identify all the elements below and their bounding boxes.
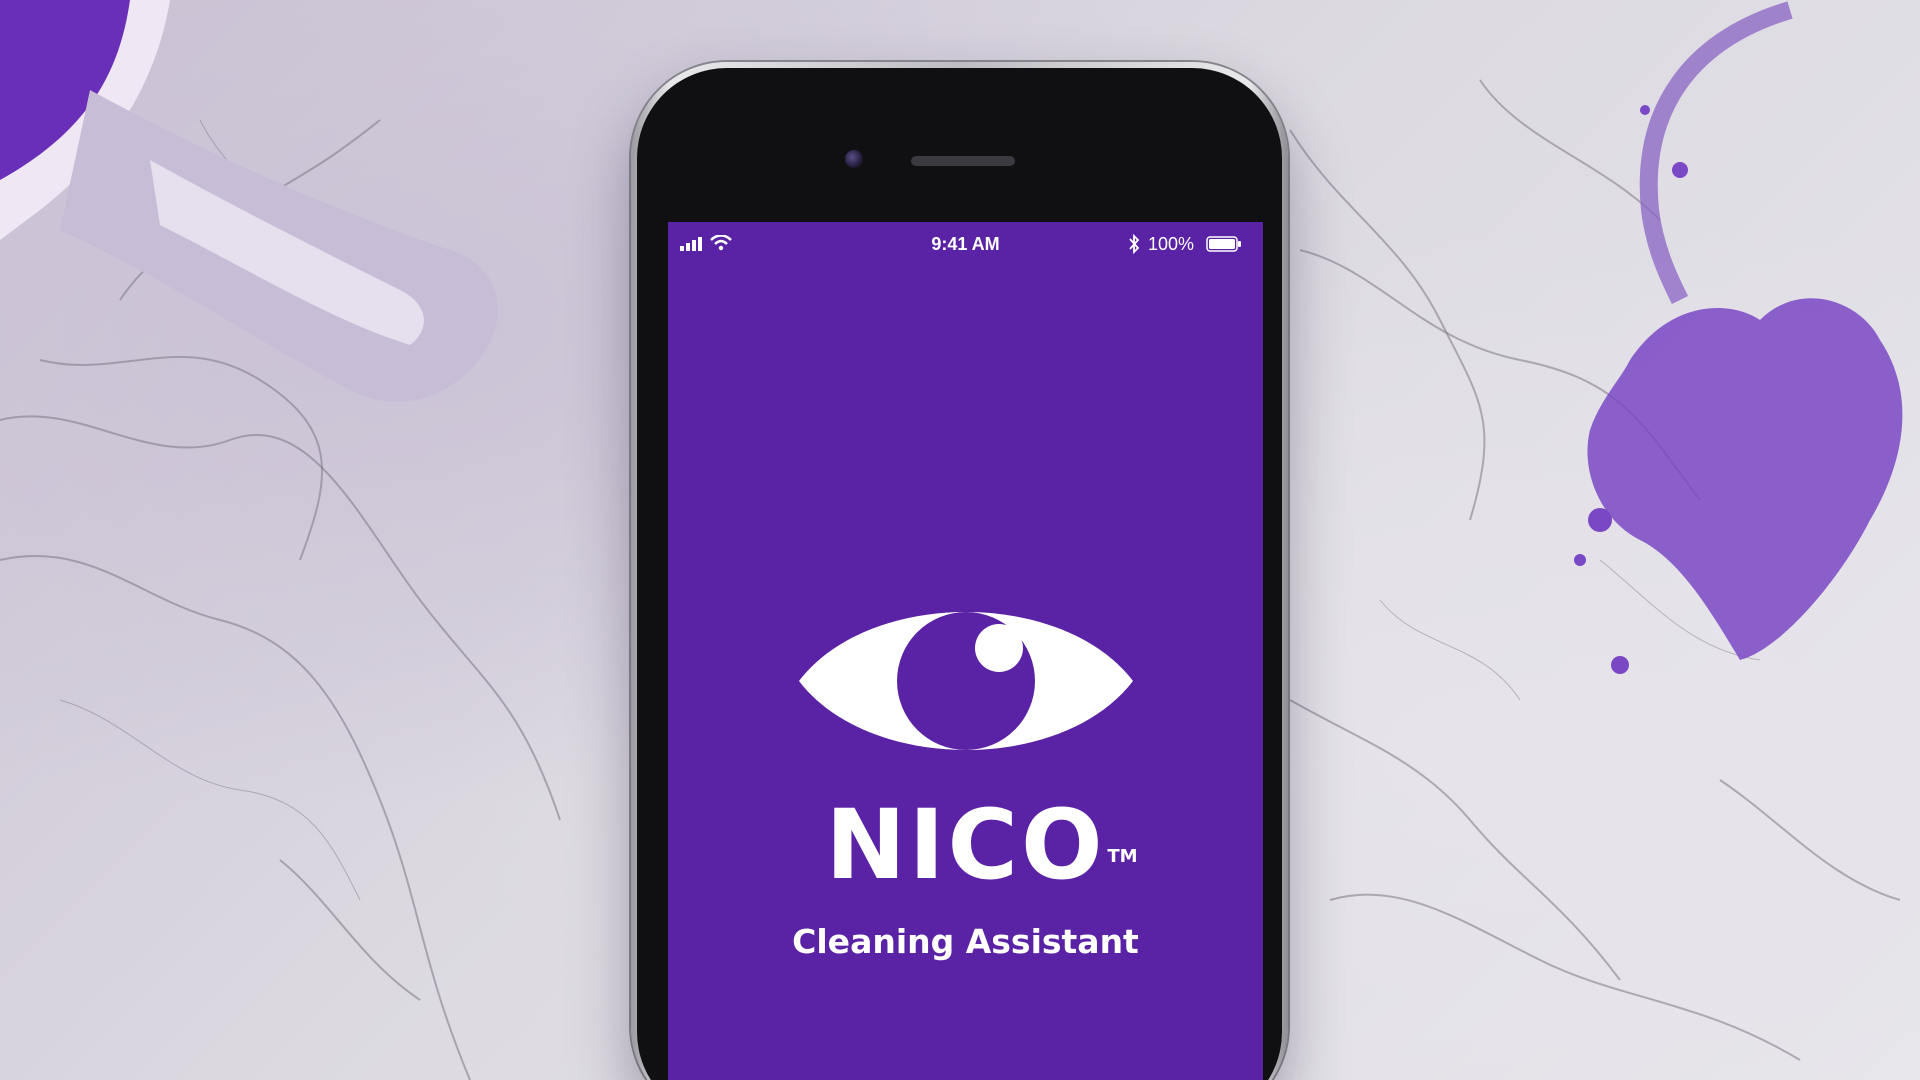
app-splash-screen[interactable]: 9:41 AM 100% NICO TM Cleaning Assistant	[668, 222, 1263, 1080]
app-title: NICO TM	[668, 790, 1263, 900]
app-tagline: Cleaning Assistant	[792, 922, 1139, 961]
smartphone: 9:41 AM 100% NICO TM Cleaning Assistant	[631, 62, 1288, 1080]
earpiece-speaker	[911, 156, 1015, 166]
battery-percent: 100%	[1148, 234, 1195, 254]
status-bar: 9:41 AM 100%	[668, 222, 1263, 262]
trademark-mark: TM	[1107, 846, 1138, 867]
purple-spill-stain	[1574, 1, 1903, 674]
coffee-mug-image	[0, 0, 498, 402]
battery-icon	[1206, 236, 1241, 252]
marble-background: 9:41 AM 100% NICO TM Cleaning Assistant	[0, 0, 1920, 1080]
app-name: NICO	[825, 789, 1106, 901]
front-camera	[845, 150, 863, 168]
bluetooth-icon	[1129, 234, 1140, 254]
eye-icon	[799, 612, 1133, 750]
phone-front-bezel: 9:41 AM 100% NICO TM Cleaning Assistant	[637, 68, 1282, 1080]
